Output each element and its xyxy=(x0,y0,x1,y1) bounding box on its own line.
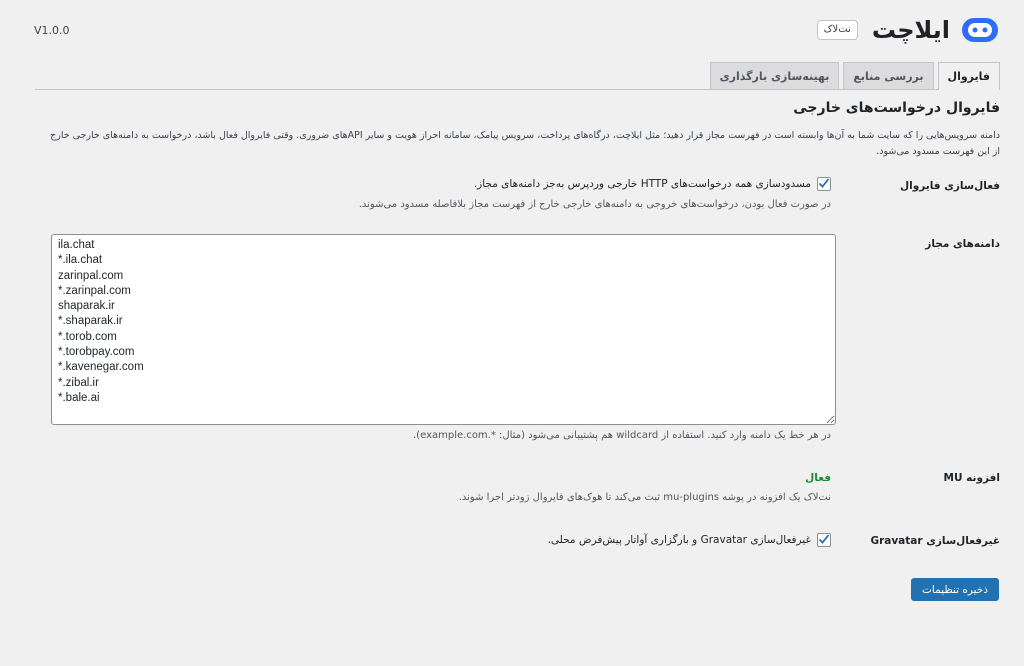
tab-bar: فایروال بررسی منابع بهینه‌سازی بارگذاری xyxy=(709,62,1000,90)
section-description: دامنه سرویس‌هایی را که سایت شما به آن‌ها… xyxy=(50,130,1000,157)
save-settings-button[interactable]: ذخیره تنظیمات xyxy=(911,578,999,601)
mu-plugin-label: افزونه MU xyxy=(943,472,1000,484)
firewall-checkbox-row[interactable]: مسدودسازی همه درخواست‌های HTTP خارجی ورد… xyxy=(359,177,831,191)
product-badge: نت‌لاک xyxy=(816,20,858,40)
version-label: V1.0.0 xyxy=(34,24,70,37)
ilachat-logo-icon xyxy=(962,18,998,42)
tab-load-optimization[interactable]: بهینه‌سازی بارگذاری xyxy=(709,62,840,89)
tab-firewall[interactable]: فایروال xyxy=(937,62,1000,90)
gravatar-checkbox-row[interactable]: غیرفعال‌سازی Gravatar و بارگزاری آواتار … xyxy=(548,533,831,547)
checkmark-icon xyxy=(818,178,830,188)
brand: ایلاچت نت‌لاک xyxy=(816,14,1000,46)
allowed-domains-help: در هر خط یک دامنه وارد کنید. استفاده از … xyxy=(413,430,831,441)
firewall-checkbox-label: مسدودسازی همه درخواست‌های HTTP خارجی ورد… xyxy=(473,178,811,190)
section-title: فایروال درخواست‌های خارجی xyxy=(793,100,1000,116)
brand-name: ایلاچت xyxy=(871,16,951,44)
tab-resource-review[interactable]: بررسی منابع xyxy=(843,62,934,89)
checkmark-icon xyxy=(818,534,830,544)
mu-plugin-field: فعال نت‌لاک یک افزونه در پوشه mu-plugins… xyxy=(459,472,831,503)
mu-plugin-help: نت‌لاک یک افزونه در پوشه mu-plugins ثبت … xyxy=(458,492,831,503)
allowed-domains-textarea[interactable]: ila.chat *.ila.chat zarinpal.com *.zarin… xyxy=(51,234,836,425)
gravatar-field: غیرفعال‌سازی Gravatar و بارگزاری آواتار … xyxy=(548,533,831,547)
mu-plugin-status: فعال xyxy=(805,472,831,484)
gravatar-checkbox[interactable] xyxy=(817,533,831,547)
firewall-label: فعال‌سازی فایروال xyxy=(900,180,1000,192)
gravatar-label: غیرفعال‌سازی Gravatar xyxy=(870,535,1000,547)
allowed-domains-label: دامنه‌های مجاز xyxy=(925,238,1000,250)
gravatar-checkbox-label: غیرفعال‌سازی Gravatar و بارگزاری آواتار … xyxy=(547,534,811,546)
firewall-help: در صورت فعال بودن، درخواست‌های خروجی به … xyxy=(358,199,831,210)
firewall-checkbox[interactable] xyxy=(817,177,831,191)
firewall-field: مسدودسازی همه درخواست‌های HTTP خارجی ورد… xyxy=(359,177,831,210)
